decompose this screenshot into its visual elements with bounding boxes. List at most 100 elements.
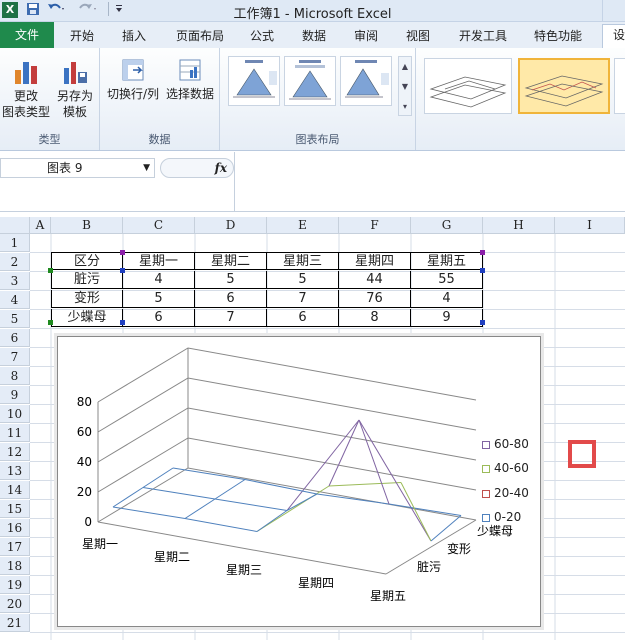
column-header-g[interactable]: G <box>411 217 483 234</box>
range-handle[interactable] <box>480 268 485 273</box>
table-cell[interactable]: 55 <box>411 271 483 289</box>
table-cell[interactable]: 8 <box>339 309 411 327</box>
table-cell[interactable]: 变形 <box>51 290 123 308</box>
range-handle[interactable] <box>480 320 485 325</box>
row-header[interactable]: 5 <box>0 310 30 328</box>
row-header[interactable]: 4 <box>0 291 30 309</box>
layout-gallery-scroll[interactable]: ▲ ▼ ▾ <box>398 56 412 116</box>
tab-insert[interactable]: 插入 <box>112 26 156 46</box>
legend-label: 40-60 <box>494 461 529 475</box>
legend-item-20-40[interactable]: 20-40 <box>482 486 529 500</box>
table-cell[interactable]: 5 <box>195 271 267 289</box>
save-as-template-button[interactable]: 另存为 模板 <box>52 56 98 120</box>
chart-layout-2[interactable] <box>284 56 336 106</box>
table-cell[interactable]: 5 <box>123 290 195 308</box>
row-header[interactable]: 18 <box>0 557 30 575</box>
column-header-d[interactable]: D <box>195 217 267 234</box>
tab-formulas[interactable]: 公式 <box>240 26 284 46</box>
row-header[interactable]: 2 <box>0 253 30 271</box>
row-header[interactable]: 3 <box>0 272 30 290</box>
tab-file[interactable]: 文件 <box>0 22 54 48</box>
row-header[interactable]: 12 <box>0 443 30 461</box>
tab-data[interactable]: 数据 <box>292 26 336 46</box>
column-header-h[interactable]: H <box>483 217 555 234</box>
column-header-b[interactable]: B <box>51 217 123 234</box>
tab-home[interactable]: 开始 <box>60 26 104 46</box>
legend-item-0-20[interactable]: 0-20 <box>482 510 521 524</box>
row-header[interactable]: 19 <box>0 576 30 594</box>
tab-special-features[interactable]: 特色功能 <box>526 26 590 46</box>
row-header[interactable]: 17 <box>0 538 30 556</box>
column-header-a[interactable]: A <box>30 217 51 234</box>
tab-chart-design[interactable]: 设 <box>602 24 625 48</box>
minimize-area[interactable] <box>602 0 625 22</box>
group-data-label: 数据 <box>148 133 171 146</box>
name-box[interactable]: 图表 9 ▼ <box>0 158 155 178</box>
table-cell[interactable]: 7 <box>267 290 339 308</box>
legend-item-60-80[interactable]: 60-80 <box>482 437 529 451</box>
range-handle[interactable] <box>120 250 125 255</box>
table-cell[interactable]: 4 <box>123 271 195 289</box>
table-cell[interactable]: 4 <box>411 290 483 308</box>
table-cell[interactable]: 少蝶母 <box>51 309 123 327</box>
table-header-cell[interactable]: 星期二 <box>195 252 267 270</box>
row-header[interactable]: 14 <box>0 481 30 499</box>
legend-swatch-0-20 <box>482 513 490 522</box>
table-cell[interactable]: 7 <box>195 309 267 327</box>
chart-plot-area[interactable]: 0 20 40 60 80 星期一星期二星期三星期四星期五 脏污变形少蝶母 <box>58 337 540 626</box>
chart-style-3[interactable] <box>614 58 625 114</box>
tab-developer[interactable]: 开发工具 <box>450 26 516 46</box>
row-header[interactable]: 16 <box>0 519 30 537</box>
table-header-cell[interactable]: 区分 <box>51 252 123 270</box>
select-data-button[interactable]: 选择数据 <box>162 56 218 102</box>
row-header[interactable]: 8 <box>0 367 30 385</box>
tab-page-layout[interactable]: 页面布局 <box>166 26 234 46</box>
row-header[interactable]: 6 <box>0 329 30 347</box>
table-cell[interactable]: 44 <box>339 271 411 289</box>
table-cell[interactable]: 76 <box>339 290 411 308</box>
insert-function-button[interactable]: fx <box>160 158 234 178</box>
chart-layout-3[interactable] <box>340 56 392 106</box>
table-header-cell[interactable]: 星期三 <box>267 252 339 270</box>
legend-item-40-60[interactable]: 40-60 <box>482 461 529 475</box>
select-all-corner[interactable] <box>0 217 30 234</box>
column-header-i[interactable]: I <box>555 217 625 234</box>
change-chart-type-button[interactable]: 更改 图表类型 <box>2 56 50 120</box>
column-header-e[interactable]: E <box>267 217 339 234</box>
tab-view[interactable]: 视图 <box>396 26 440 46</box>
table-cell[interactable]: 9 <box>411 309 483 327</box>
range-handle[interactable] <box>480 250 485 255</box>
row-header[interactable]: 1 <box>0 234 30 252</box>
row-header[interactable]: 11 <box>0 424 30 442</box>
row-header[interactable]: 21 <box>0 614 30 632</box>
table-cell[interactable]: 6 <box>267 309 339 327</box>
select-data-icon <box>179 59 201 81</box>
table-cell[interactable]: 脏污 <box>51 271 123 289</box>
table-header-cell[interactable]: 星期一 <box>123 252 195 270</box>
name-box-dropdown-icon[interactable]: ▼ <box>143 159 150 177</box>
range-handle[interactable] <box>48 320 53 325</box>
table-header-cell[interactable]: 星期五 <box>411 252 483 270</box>
row-header[interactable]: 10 <box>0 405 30 423</box>
range-handle[interactable] <box>120 320 125 325</box>
row-header[interactable]: 20 <box>0 595 30 613</box>
column-header-c[interactable]: C <box>123 217 195 234</box>
table-cell[interactable]: 6 <box>195 290 267 308</box>
table-cell[interactable]: 6 <box>123 309 195 327</box>
row-header[interactable]: 15 <box>0 500 30 518</box>
range-handle[interactable] <box>120 268 125 273</box>
surface-line <box>256 485 330 532</box>
row-header[interactable]: 13 <box>0 462 30 480</box>
surface-chart[interactable]: 0 20 40 60 80 星期一 星期二 星期三 星期四 星期五 脏污 变形 少蝶母 60-80 40… <box>57 336 541 627</box>
row-header[interactable]: 7 <box>0 348 30 366</box>
chart-style-1[interactable] <box>424 58 512 114</box>
table-header-cell[interactable]: 星期四 <box>339 252 411 270</box>
chart-layout-1[interactable] <box>228 56 280 106</box>
column-header-f[interactable]: F <box>339 217 411 234</box>
tab-review[interactable]: 审阅 <box>344 26 388 46</box>
range-handle[interactable] <box>48 268 53 273</box>
chart-style-2-selected[interactable] <box>518 58 610 114</box>
row-header[interactable]: 9 <box>0 386 30 404</box>
table-cell[interactable]: 5 <box>267 271 339 289</box>
switch-row-column-button[interactable]: 切换行/列 <box>104 56 162 102</box>
